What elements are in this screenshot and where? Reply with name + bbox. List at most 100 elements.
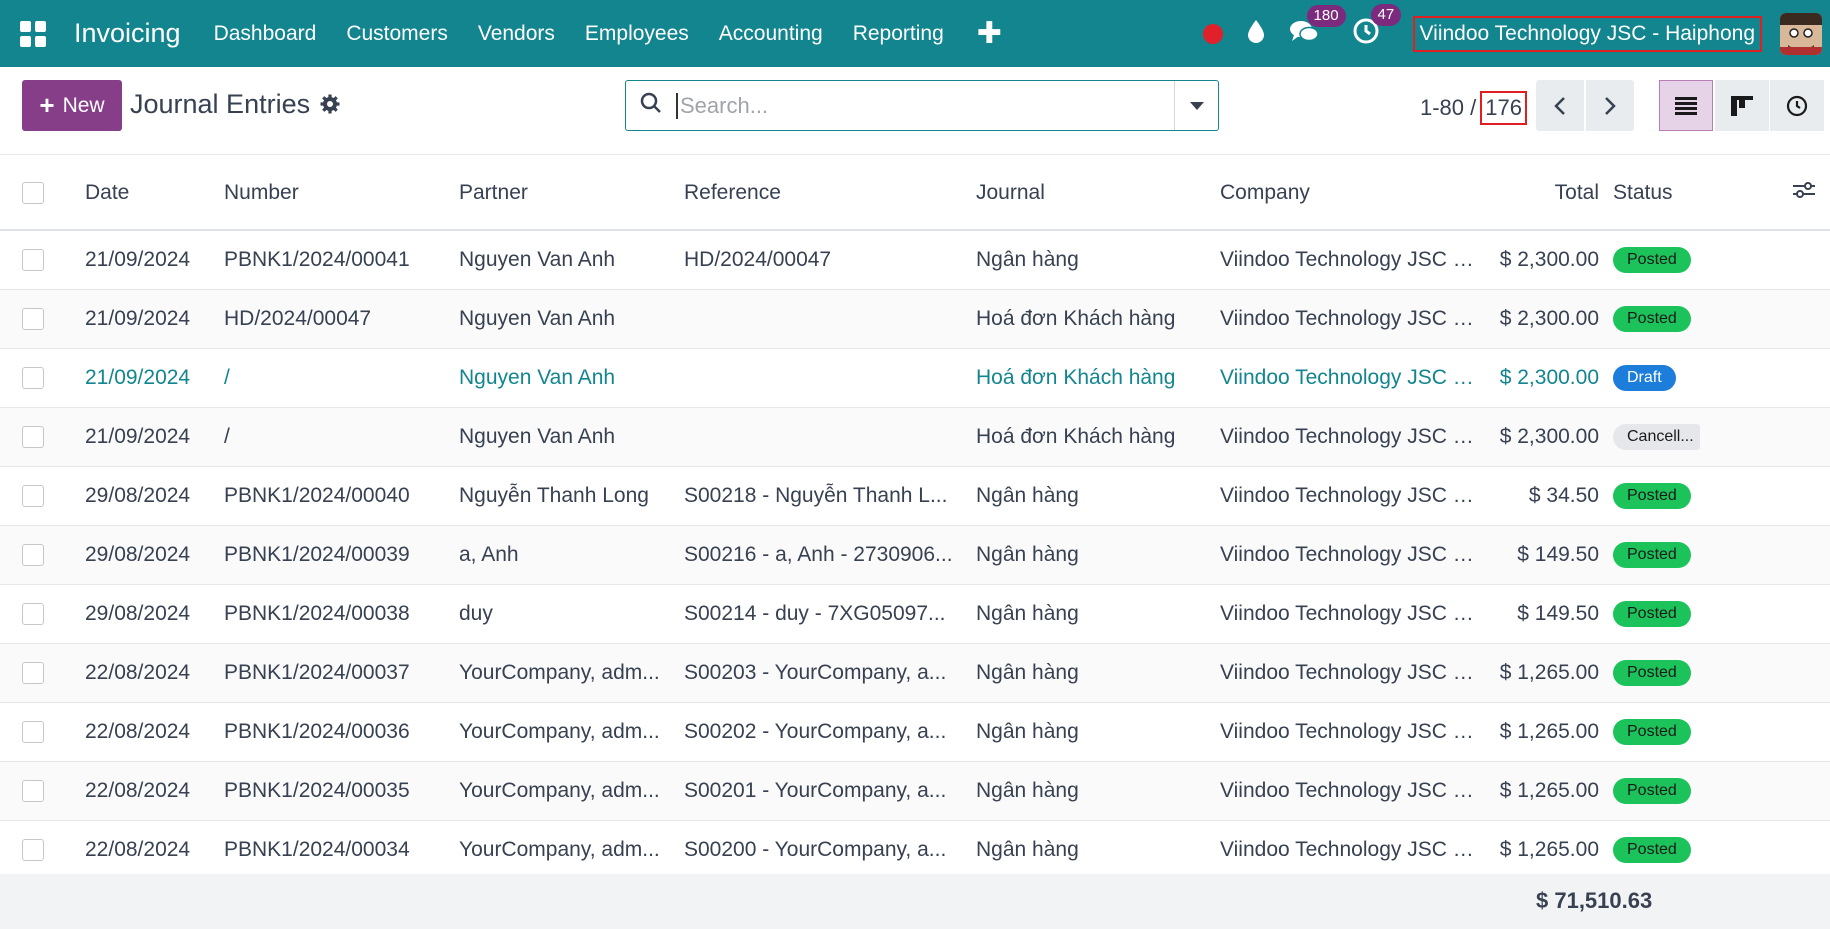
avatar[interactable] [1780,12,1822,55]
table-row[interactable]: 22/08/2024 PBNK1/2024/00034 YourCompany, a… [0,820,1830,879]
pager-range[interactable]: 1-80 / [1420,95,1476,121]
cell-total: $ 1,265.00 [1499,778,1599,802]
cell-reference: S00216 - a, Anh - 2730906... [684,542,953,566]
company-switcher[interactable]: Viindoo Technology JSC - Haiphong [1412,15,1762,52]
cell-date: 22/08/2024 [85,660,191,684]
menu-dashboard[interactable]: Dashboard [214,22,317,46]
table-row[interactable]: 21/09/2024 / Nguyen Van Anh Hoá đơn Khách h… [0,407,1830,466]
cell-total: $ 149.50 [1517,542,1599,566]
cell-partner: Nguyễn Thanh Long [459,483,649,507]
row-checkbox[interactable] [22,484,44,507]
cell-status: Posted [1613,289,1700,348]
header-company[interactable]: Company [1220,156,1478,230]
cell-reference [684,289,976,348]
menu-vendors[interactable]: Vendors [478,22,555,46]
table-row[interactable]: 21/09/2024 HD/2024/00047 Nguyen Van Anh Hoá… [0,289,1830,348]
cell-journal: Ngân hàng [976,247,1079,271]
row-checkbox[interactable] [22,720,44,743]
cell-journal: Hoá đơn Khách hàng [976,424,1176,448]
header-partner[interactable]: Partner [459,156,684,230]
drop-icon[interactable] [1247,19,1265,48]
cell-number: PBNK1/2024/00036 [224,719,410,743]
cell-number: PBNK1/2024/00035 [224,778,410,802]
menu-accounting[interactable]: Accounting [719,22,823,46]
row-checkbox[interactable] [22,307,44,330]
pager-total: 176 [1480,91,1527,125]
cell-date: 29/08/2024 [85,542,191,566]
status-badge: Draft [1613,365,1676,391]
row-checkbox[interactable] [22,248,44,271]
cell-total: $ 1,265.00 [1499,837,1599,861]
apps-grid-icon[interactable] [20,20,46,47]
cell-partner: Nguyen Van Anh [459,306,616,330]
cell-status: Posted [1613,466,1700,525]
chat-icon[interactable]: 180 [1289,5,1346,48]
cell-date: 21/09/2024 [85,247,191,271]
row-checkbox[interactable] [22,425,44,448]
chevron-right-icon[interactable] [1586,80,1634,131]
header-date[interactable]: Date [85,156,224,230]
cell-date: 22/08/2024 [85,778,191,802]
cell-date: 21/09/2024 [85,306,191,330]
cell-total: $ 2,300.00 [1499,424,1599,448]
cell-status: Draft [1613,348,1700,407]
table-row[interactable]: 22/08/2024 PBNK1/2024/00035 YourCompany, a… [0,761,1830,820]
cell-partner: a, Anh [459,542,519,566]
select-all-checkbox[interactable] [22,181,44,204]
header-number[interactable]: Number [224,156,459,230]
cell-reference: S00203 - YourCompany, a... [684,660,947,684]
row-checkbox[interactable] [22,366,44,389]
list-view-icon[interactable] [1659,80,1713,131]
chevron-left-icon[interactable] [1536,80,1584,131]
header-journal[interactable]: Journal [976,156,1220,230]
table-row[interactable]: 22/08/2024 PBNK1/2024/00036 YourCompany, a… [0,702,1830,761]
status-badge: Posted [1613,247,1691,274]
plus-icon[interactable]: ✚ [977,18,1002,49]
menu-reporting[interactable]: Reporting [853,22,944,46]
cell-total: $ 1,265.00 [1499,660,1599,684]
cell-journal: Ngân hàng [976,719,1079,743]
row-checkbox[interactable] [22,838,44,861]
row-checkbox[interactable] [22,661,44,684]
cell-journal: Hoá đơn Khách hàng [976,365,1176,389]
menu-employees[interactable]: Employees [585,22,689,46]
row-checkbox[interactable] [22,543,44,566]
menu-customers[interactable]: Customers [346,22,448,46]
cell-reference: HD/2024/00047 [684,247,832,271]
header-total[interactable]: Total [1478,156,1613,230]
table-row[interactable]: 21/09/2024 / Nguyen Van Anh Hoá đơn Khách h… [0,348,1830,407]
column-settings-icon[interactable] [1792,181,1816,205]
cell-number: PBNK1/2024/00040 [224,483,410,507]
search-box [625,80,1219,131]
cell-status: Posted [1613,702,1700,761]
kanban-view-icon[interactable] [1715,80,1769,131]
cell-reference: S00202 - YourCompany, a... [684,719,947,743]
row-checkbox[interactable] [22,602,44,625]
status-badge: Posted [1613,483,1691,509]
cell-company: Viindoo Technology JSC - ... [1220,247,1478,271]
cell-company: Viindoo Technology JSC - ... [1220,483,1478,507]
cell-status: Posted [1613,584,1700,643]
app-brand[interactable]: Invoicing [74,18,181,49]
activity-clock-icon[interactable]: 47 [1353,4,1402,49]
header-reference[interactable]: Reference [684,156,976,230]
new-button[interactable]: + New [22,80,122,131]
caret-down-icon[interactable] [1174,81,1218,130]
gear-icon[interactable] [320,94,340,119]
cell-date: 22/08/2024 [85,719,191,743]
record-icon[interactable] [1202,23,1223,44]
cell-status: Posted [1613,525,1700,584]
table-row[interactable]: 22/08/2024 PBNK1/2024/00037 YourCompany, a… [0,643,1830,702]
table-row[interactable]: 29/08/2024 PBNK1/2024/00040 Nguyễn Thanh L… [0,466,1830,525]
row-checkbox[interactable] [22,779,44,802]
table-row[interactable]: 29/08/2024 PBNK1/2024/00038 duy S00214 - du… [0,584,1830,643]
cell-partner: YourCompany, adm... [459,719,660,743]
plus-icon: + [39,90,55,120]
header-status[interactable]: Status [1613,156,1700,230]
cell-journal: Ngân hàng [976,483,1079,507]
grand-total: $ 71,510.63 [1536,888,1653,913]
table-row[interactable]: 21/09/2024 PBNK1/2024/00041 Nguyen Van Anh… [0,230,1830,289]
search-input[interactable] [676,92,1156,119]
table-row[interactable]: 29/08/2024 PBNK1/2024/00039 a, Anh S00216 -… [0,525,1830,584]
activity-view-icon[interactable] [1770,80,1824,131]
